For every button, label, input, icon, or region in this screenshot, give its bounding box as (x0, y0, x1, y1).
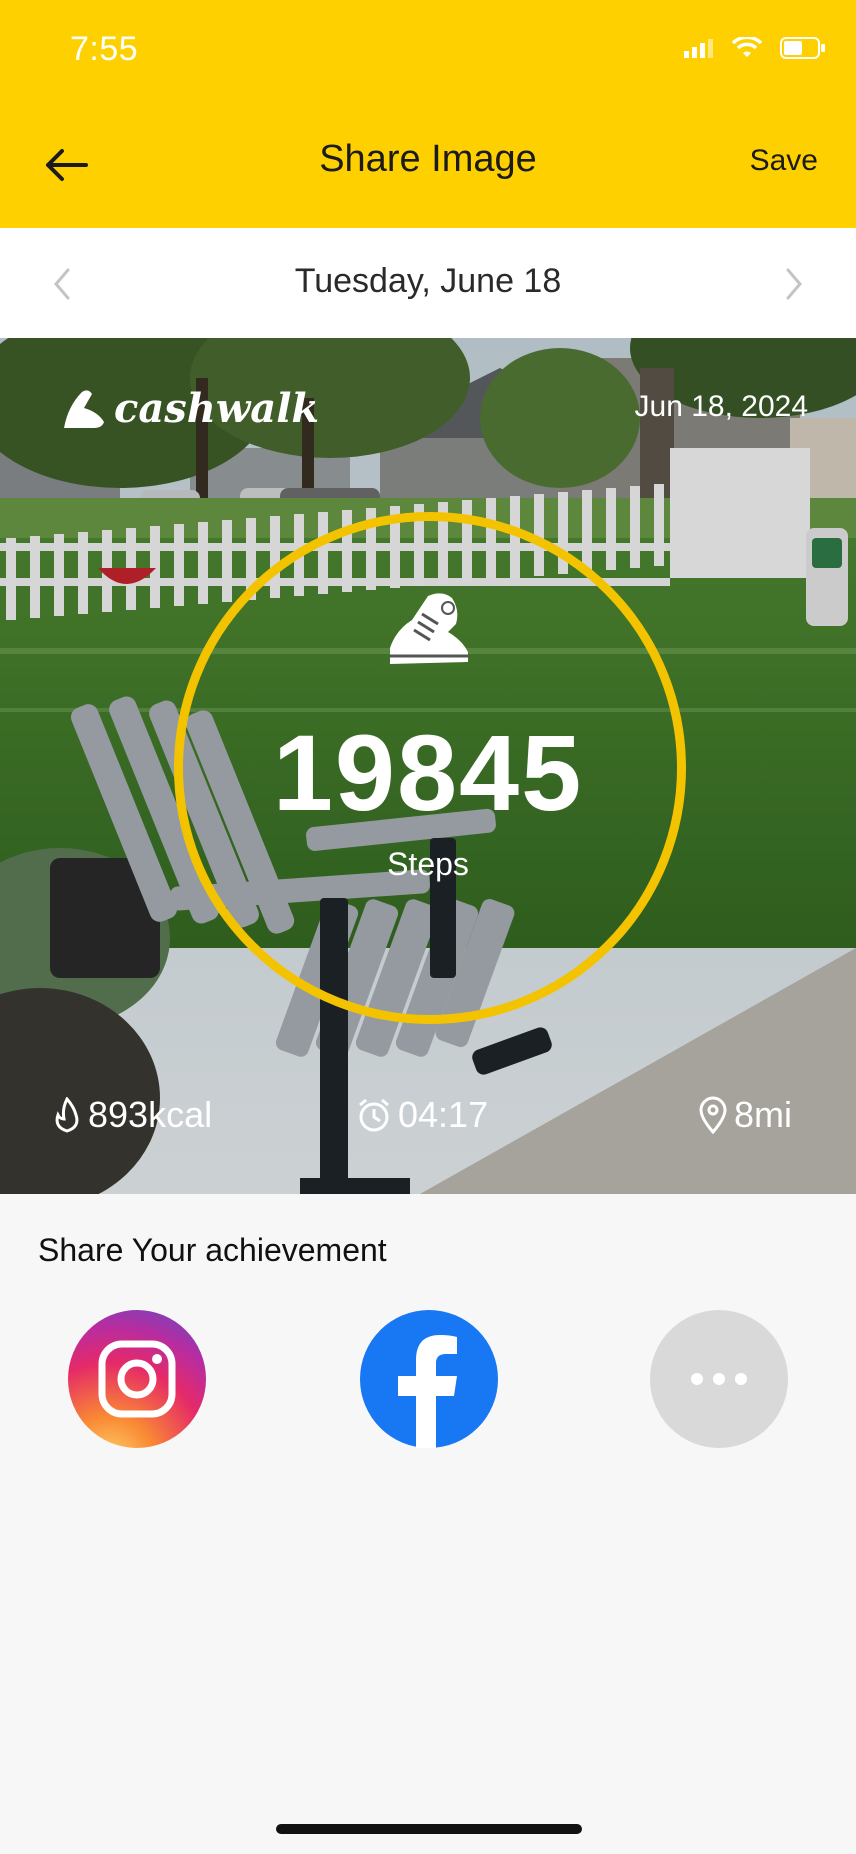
wifi-icon (732, 37, 762, 57)
flame-icon (55, 1097, 79, 1133)
photo-date: Jun 18, 2024 (634, 390, 808, 423)
brand-logo: cashwalk (58, 382, 319, 434)
share-title: Share Your achievement (38, 1232, 387, 1268)
selected-date: Tuesday, June 18 (294, 262, 562, 300)
calories-value: 893kcal (88, 1094, 213, 1135)
steps-count: 19845 (272, 712, 584, 833)
duration-stat: 04:17 (356, 1094, 488, 1136)
distance-value: 8mi (734, 1094, 793, 1135)
next-date-button[interactable] (772, 264, 812, 304)
facebook-icon (398, 1335, 457, 1448)
steps-label: Steps (387, 846, 469, 882)
shoe-icon (64, 390, 104, 428)
instagram-share-button[interactable] (68, 1310, 206, 1448)
facebook-share-button[interactable] (360, 1310, 498, 1448)
home-indicator (276, 1824, 582, 1834)
signal-icon (684, 39, 713, 58)
calories-stat: 893kcal (52, 1094, 212, 1136)
battery-icon (780, 37, 825, 59)
header-bar: 7:55 Share Image Save (0, 0, 856, 228)
status-time: 7:55 (70, 30, 139, 68)
timer-icon (359, 1098, 389, 1132)
date-selector: Tuesday, June 18 (0, 228, 856, 338)
page-title: Share Image (319, 138, 537, 180)
brand-name: cashwalk (114, 384, 320, 432)
more-share-button[interactable] (650, 1310, 788, 1448)
share-image-card: cashwalk Jun 18, 2024 19845 Steps 893kca… (0, 338, 856, 1194)
location-pin-icon (699, 1096, 727, 1134)
status-icons (684, 36, 826, 60)
save-button[interactable]: Save (750, 144, 818, 178)
instagram-icon (98, 1340, 176, 1418)
distance-stat: 8mi (698, 1094, 792, 1136)
duration-value: 04:17 (398, 1094, 489, 1135)
chevron-right-icon (786, 268, 802, 300)
shoe-icon (390, 593, 468, 664)
more-icon (691, 1373, 747, 1385)
